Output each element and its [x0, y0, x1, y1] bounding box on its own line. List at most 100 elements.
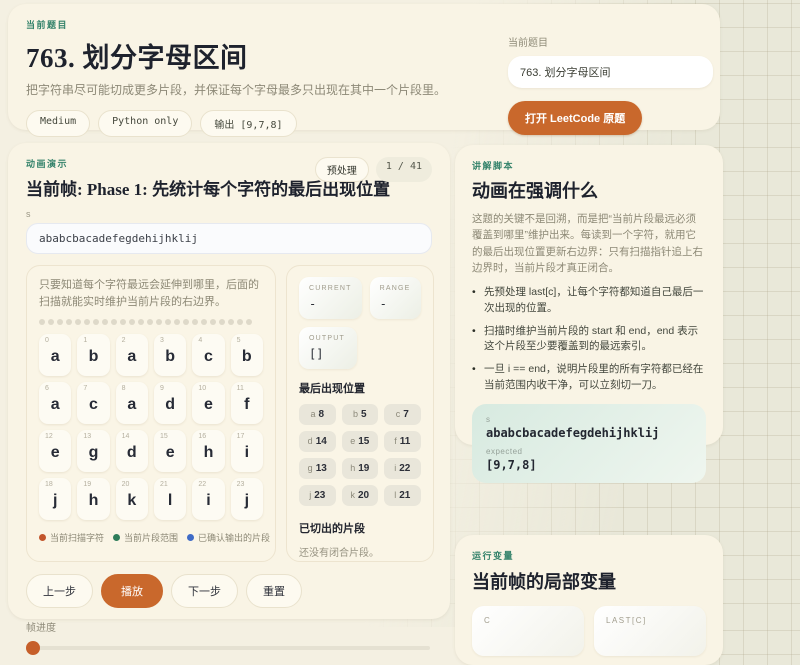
- chip-position: 11: [400, 436, 411, 447]
- letter-index: 15: [160, 433, 168, 440]
- problem-select[interactable]: 763. 划分字母区间: [508, 56, 713, 88]
- progress-dot: [147, 319, 153, 325]
- open-leetcode-button[interactable]: 打开 LeetCode 原题: [508, 101, 642, 135]
- letter-char: c: [77, 396, 109, 414]
- explanation-bullets: 先预处理 last[c]，让每个字符都知道自己最后一次出现的位置。扫描时维护当前…: [472, 285, 706, 394]
- tag-pill: Medium: [26, 110, 90, 137]
- range-dot-icon: [113, 534, 120, 541]
- letter-index: 6: [45, 385, 49, 392]
- variable-label: LAST[C]: [606, 616, 694, 625]
- progress-dot: [183, 319, 189, 325]
- progress-dot: [84, 319, 90, 325]
- last-occurrence-chip: c7: [384, 404, 421, 425]
- stats-panel: CURRENT - RANGE - OUTPUT [] 最后出现位置 a8: [286, 265, 434, 562]
- letter-tile: 3 b: [154, 334, 186, 376]
- last-occurrence-chip: k20: [342, 485, 379, 506]
- output-dot-icon: [187, 534, 194, 541]
- letter-tile: 10 e: [192, 382, 224, 424]
- chip-letter: g: [308, 463, 313, 473]
- letter-tile: 22 i: [192, 478, 224, 520]
- chip-letter: b: [353, 409, 358, 419]
- chip-letter: c: [396, 409, 401, 419]
- letter-char: k: [116, 492, 148, 510]
- chip-letter: f: [394, 436, 397, 446]
- variables-section-label: 运行变量: [472, 549, 706, 562]
- letter-char: i: [192, 492, 224, 510]
- letter-index: 7: [83, 385, 87, 392]
- next-step-button[interactable]: 下一步: [171, 574, 238, 608]
- progress-dot: [48, 319, 54, 325]
- letter-char: l: [154, 492, 186, 510]
- progress-dot: [102, 319, 108, 325]
- progress-dot: [165, 319, 171, 325]
- progress-dot: [93, 319, 99, 325]
- explanation-bullet: 扫描时维护当前片段的 start 和 end，end 表示这个片段至少要覆盖到的…: [472, 324, 706, 356]
- progress-dot: [111, 319, 117, 325]
- letter-tile: 13 g: [77, 430, 109, 472]
- frame-progress-dots: [39, 319, 263, 325]
- output-box: OUTPUT []: [299, 327, 357, 369]
- frame-title-rest: 先统计每个字符的最后出现位置: [152, 180, 390, 199]
- current-value: -: [309, 297, 352, 311]
- progress-dot: [219, 319, 225, 325]
- letter-index: 8: [122, 385, 126, 392]
- letter-index: 12: [45, 433, 53, 440]
- slider-track[interactable]: [26, 646, 430, 650]
- letter-char: c: [192, 348, 224, 366]
- progress-dot: [201, 319, 207, 325]
- letter-index: 20: [122, 481, 130, 488]
- letter-char: e: [39, 444, 71, 462]
- string-input[interactable]: ababcbacadefegdehijhklij: [26, 223, 432, 254]
- range-box: RANGE -: [370, 277, 421, 319]
- letter-index: 5: [237, 337, 241, 344]
- letter-index: 9: [160, 385, 164, 392]
- sample-expected-value: [9,7,8]: [486, 458, 692, 472]
- header-section-label: 当前题目: [26, 18, 702, 31]
- play-button[interactable]: 播放: [101, 574, 163, 608]
- letter-tile: 9 d: [154, 382, 186, 424]
- sample-expected-label: expected: [486, 447, 692, 456]
- letter-tile: 7 c: [77, 382, 109, 424]
- letter-index: 18: [45, 481, 53, 488]
- slider-thumb[interactable]: [26, 641, 40, 655]
- scan-dot-icon: [39, 534, 46, 541]
- explanation-bullet: 一旦 i == end，说明片段里的所有字符都已经在当前范围内收干净，可以立刻切…: [472, 362, 706, 394]
- letter-tile: 11 f: [231, 382, 263, 424]
- letter-tile: 21 l: [154, 478, 186, 520]
- letter-char: d: [116, 444, 148, 462]
- progress-dot: [174, 319, 180, 325]
- chip-letter: e: [350, 436, 355, 446]
- letter-tile: 18 j: [39, 478, 71, 520]
- chip-position: 5: [361, 409, 367, 420]
- chip-position: 13: [316, 463, 327, 474]
- problem-picker-block: 当前题目 763. 划分字母区间 打开 LeetCode 原题: [508, 34, 713, 135]
- segments-heading: 已切出的片段: [299, 520, 421, 536]
- progress-dot: [66, 319, 72, 325]
- playback-controls: 上一步 播放 下一步 重置: [26, 574, 432, 608]
- frame-progress-slider[interactable]: [26, 641, 430, 655]
- chip-position: 19: [358, 463, 369, 474]
- letter-index: 11: [237, 385, 244, 392]
- chip-position: 22: [399, 463, 410, 474]
- letter-tile: 17 i: [231, 430, 263, 472]
- letter-board-panel: 只要知道每个字符最远会延伸到哪里，后面的扫描就能实时维护当前片段的右边界。 0 …: [26, 265, 276, 562]
- last-occurrence-chip: j23: [299, 485, 336, 506]
- letter-char: h: [77, 492, 109, 510]
- letter-char: a: [116, 348, 148, 366]
- chip-letter: i: [394, 463, 396, 473]
- letter-char: b: [231, 348, 263, 366]
- reset-button[interactable]: 重置: [246, 574, 302, 608]
- current-box: CURRENT -: [299, 277, 362, 319]
- letter-tile: 1 b: [77, 334, 109, 376]
- sample-s-value: ababcbacadefegdehijhklij: [486, 426, 692, 440]
- last-occurrence-chip: l21: [384, 485, 421, 506]
- prev-step-button[interactable]: 上一步: [26, 574, 93, 608]
- explanation-paragraph: 这题的关键不是回溯，而是把“当前片段最远必须覆盖到哪里”维护出来。每读到一个字符…: [472, 211, 706, 276]
- legend-output-segment: 已确认输出的片段: [187, 531, 270, 544]
- letter-tile: 4 c: [192, 334, 224, 376]
- letter-tile: 2 a: [116, 334, 148, 376]
- letter-tile: 6 a: [39, 382, 71, 424]
- sample-case-box: s ababcbacadefegdehijhklij expected [9,7…: [472, 404, 706, 483]
- segments-empty-text: 还没有闭合片段。: [299, 544, 421, 559]
- range-value: -: [380, 297, 411, 311]
